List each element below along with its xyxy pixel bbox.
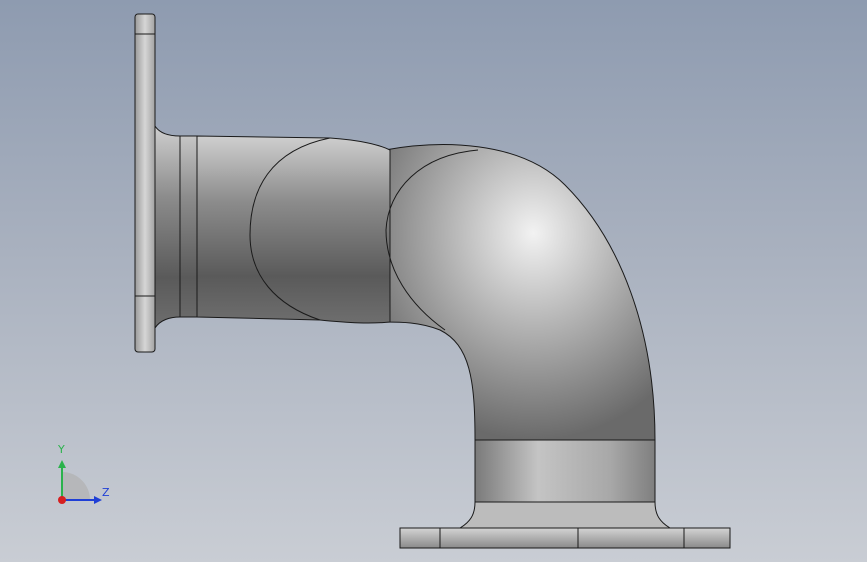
graphics-viewport[interactable]: Y Z [0,0,867,562]
cad-model-view[interactable] [0,0,867,562]
pipe-collar[interactable] [474,439,656,503]
flange-neck-left[interactable] [154,124,198,330]
triad-y-arrow [58,460,66,468]
base-flange[interactable] [399,527,731,549]
triad-z-arrow [94,496,102,504]
triad-xz-plane [62,472,90,500]
triad-y-label: Y [58,443,65,456]
pipe-segment-horizontal[interactable] [196,135,391,324]
orientation-triad[interactable] [58,460,102,504]
elbow-bend[interactable] [384,144,656,441]
triad-z-label: Z [102,486,110,499]
vertical-flange[interactable] [134,13,156,353]
triad-x-axis [58,496,66,504]
flange-neck-base[interactable] [458,501,672,529]
